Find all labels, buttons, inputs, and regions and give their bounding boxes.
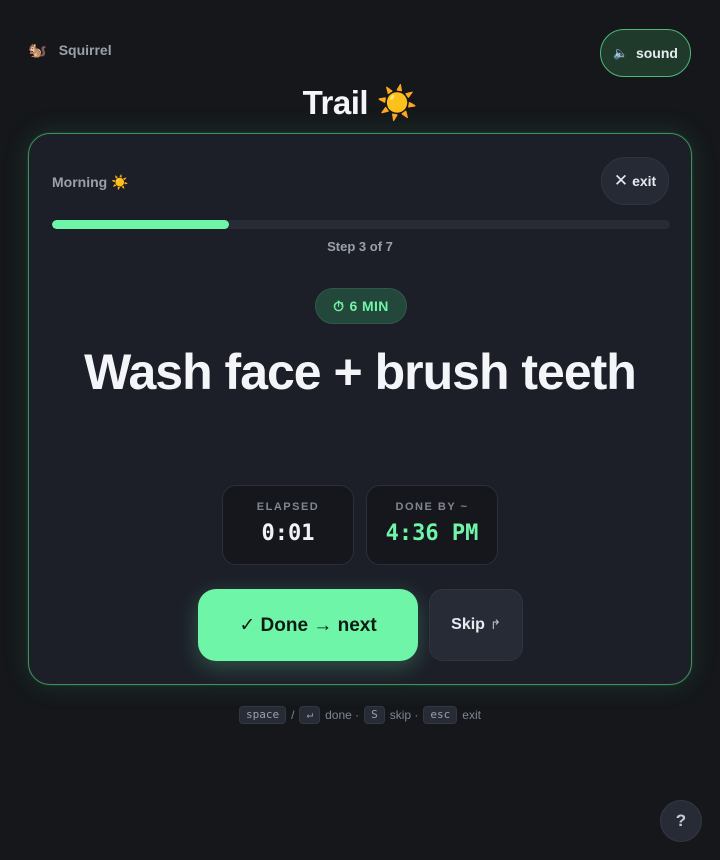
sound-label: sound	[635, 45, 678, 61]
step-counter: Step 3 of 7	[327, 239, 393, 254]
timer-icon: ⏱	[333, 297, 345, 314]
esc-key: esc	[423, 706, 458, 724]
enter-key: ↵	[299, 706, 321, 724]
skip-button[interactable]: Skip ↱	[429, 589, 523, 661]
brand: 🐿️ Squirrel	[28, 42, 112, 58]
exit-label: exit	[632, 173, 657, 189]
skip-label: Skip	[451, 616, 485, 633]
routine-card: Morning ☀️ ✕ exit Step 3 of 7 ⏱ 6 MIN Wa…	[28, 133, 692, 685]
done-by-value: 4:36 PM	[385, 521, 479, 546]
speaker-icon: 🔈	[613, 46, 628, 60]
hint-separator: /	[291, 708, 295, 722]
exit-button[interactable]: ✕ exit	[601, 157, 669, 205]
space-key: space	[239, 706, 287, 724]
progress-fill	[52, 220, 229, 229]
keyboard-hints: space / ↵ done · S skip · esc exit	[0, 706, 720, 724]
hint-skip-text: skip ·	[389, 708, 419, 722]
sound-toggle-button[interactable]: 🔈 sound	[600, 29, 691, 77]
step-title: Wash face + brush teeth	[84, 344, 637, 400]
page-title: Trail ☀️	[302, 84, 418, 121]
progress-bar	[52, 220, 670, 229]
routine-label: Morning ☀️	[52, 174, 129, 190]
done-by-label: DONE BY ~	[395, 501, 469, 513]
elapsed-label: ELAPSED	[256, 501, 320, 513]
app-root: 🐿️ Squirrel 🔈 sound Trail ☀️ Morning ☀️ …	[0, 0, 720, 860]
brand-name: Squirrel	[58, 42, 112, 58]
elapsed-stat: ELAPSED 0:01	[222, 485, 354, 565]
duration-text: 6 MIN	[349, 298, 389, 314]
squirrel-logo-icon: 🐿️	[28, 41, 47, 59]
elapsed-value: 0:01	[261, 521, 315, 546]
done-next-button[interactable]: ✓ Done → next	[198, 589, 418, 661]
duration-badge: ⏱ 6 MIN	[315, 288, 407, 324]
close-icon: ✕	[613, 171, 629, 190]
help-button[interactable]: ?	[660, 800, 702, 842]
skip-arrow-icon: ↱	[489, 617, 501, 632]
hint-exit-text: exit	[462, 708, 481, 722]
skip-key: S	[364, 706, 385, 724]
done-by-stat: DONE BY ~ 4:36 PM	[366, 485, 498, 565]
hint-done-text: done ·	[325, 708, 360, 722]
